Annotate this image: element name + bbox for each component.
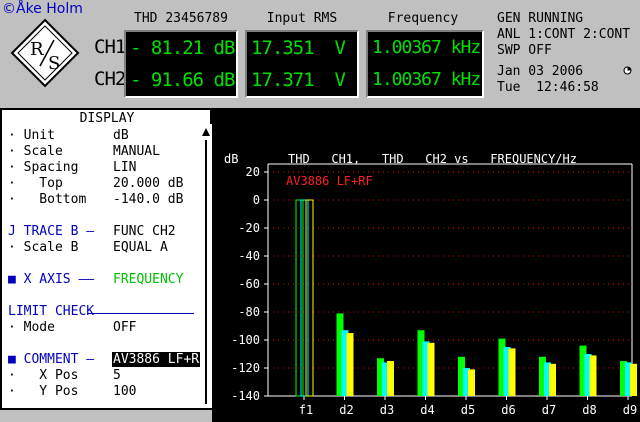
scroll-up-icon[interactable] [202, 128, 210, 136]
menu-item-limit-check[interactable]: LIMIT CHECK [8, 304, 94, 319]
x-pos-value[interactable]: 5 [113, 368, 121, 383]
bar-d2-series-2 [346, 333, 354, 396]
bar-f1-series-0 [295, 199, 304, 397]
bar-f1-series-1 [300, 199, 309, 397]
ch1-freq-value: 1.00367 kHz [372, 37, 481, 58]
y-tick-label: -20 [238, 221, 260, 235]
y-tick-label: -100 [231, 333, 260, 347]
unit-value[interactable]: dB [113, 128, 129, 143]
scale-b-value[interactable]: EQUAL A [113, 240, 168, 255]
x-tick-label: d3 [380, 403, 394, 417]
bar-d4-series-2 [427, 342, 435, 396]
menu-item-trace-b[interactable]: J TRACE B — [8, 224, 94, 239]
status-header: ©Åke Holm R S CH1 CH2 THD 23456789 Input… [0, 0, 640, 102]
menu-item-bottom[interactable]: · Bottom [8, 192, 86, 207]
comment-input[interactable]: AV3886 LF+R [112, 352, 201, 367]
thd-column-title: THD 23456789 [134, 11, 228, 26]
menu-item-x-pos[interactable]: · X Pos [8, 368, 78, 383]
menu-title: DISPLAY [79, 111, 135, 126]
clock-icon [623, 66, 632, 75]
menu-item-scale[interactable]: · Scale [8, 144, 63, 159]
freq-column-title: Frequency [387, 11, 459, 26]
limit-check-divider [88, 313, 194, 314]
x-tick-label: d6 [501, 403, 515, 417]
top-value[interactable]: 20.000 dB [113, 176, 183, 191]
bar-d3-series-2 [387, 361, 394, 396]
svg-text:R: R [30, 39, 44, 60]
x-tick-label: d8 [582, 403, 596, 417]
y-tick-label: -80 [238, 305, 260, 319]
bar-d5-series-2 [468, 369, 475, 396]
bar-d6-series-2 [508, 348, 516, 396]
spacing-value[interactable]: LIN [113, 160, 136, 175]
ch1-label: CH1 [94, 36, 126, 58]
display-menu-panel: DISPLAY · Unit dB · Scale MANUAL · Spaci… [0, 108, 212, 410]
y-pos-value[interactable]: 100 [113, 384, 136, 399]
y-tick-label: -120 [231, 361, 260, 375]
menu-item-top[interactable]: · Top [8, 176, 63, 191]
swp-status: SWP OFF [497, 43, 552, 58]
x-axis-value[interactable]: FREQUENCY [113, 272, 183, 287]
svg-text:S: S [48, 53, 60, 74]
bar-d7-series-2 [549, 363, 556, 396]
ch2-rms-value: 17.371 V [251, 69, 346, 91]
bar-f1-series-2 [305, 199, 314, 397]
ch1-thd-value: - 81.21 dB [130, 37, 235, 59]
freq-display: 1.00367 kHz 1.00367 kHz [366, 30, 484, 98]
bar-d8-series-2 [589, 355, 597, 396]
bar-d9-series-2 [630, 363, 637, 396]
mode-value[interactable]: OFF [113, 320, 136, 335]
y-tick-label: -60 [238, 277, 260, 291]
comment-label: AV3886 LF+RF [286, 174, 373, 188]
ch1-rms-value: 17.351 V [251, 37, 346, 59]
ch2-label: CH2 [94, 68, 126, 90]
menu-item-x-axis[interactable]: ■ X AXIS —— [8, 272, 94, 287]
x-tick-label: d5 [461, 403, 475, 417]
rms-column-title: Input RMS [266, 11, 338, 26]
x-tick-label: f1 [299, 403, 313, 417]
graph-panel: dB THD CH1, THD CH2 vs FREQUENCY/Hz 20 0-… [212, 108, 640, 422]
rs-logo: R S [10, 18, 80, 88]
x-tick-label: d4 [420, 403, 434, 417]
y-tick-label: -140 [231, 389, 260, 403]
anl-status: ANL 1:CONT 2:CONT [497, 27, 631, 42]
x-tick-label: d9 [623, 403, 637, 417]
menu-scrollbar[interactable] [200, 124, 212, 408]
ch2-thd-value: - 91.66 dB [130, 69, 235, 91]
gen-status: GEN RUNNING [497, 11, 584, 26]
time-text: Tue 12:46:58 [497, 80, 599, 95]
scrollbar-track[interactable] [205, 140, 207, 404]
x-tick-label: d7 [542, 403, 556, 417]
menu-item-spacing[interactable]: · Spacing [8, 160, 78, 175]
scale-value[interactable]: MANUAL [113, 144, 160, 159]
menu-item-unit[interactable]: · Unit [8, 128, 55, 143]
date-text: Jan 03 2006 [497, 64, 584, 79]
y-tick-label: 20 [246, 165, 260, 179]
x-tick-label: d2 [339, 403, 353, 417]
y-tick-label: -40 [238, 249, 260, 263]
copyright-text: ©Åke Holm [2, 1, 83, 17]
rms-display: 17.351 V 17.371 V [245, 30, 359, 98]
menu-item-scale-b[interactable]: · Scale B [8, 240, 78, 255]
bottom-value[interactable]: -140.0 dB [113, 192, 183, 207]
menu-item-comment[interactable]: ■ COMMENT — [8, 352, 94, 367]
trace-b-value[interactable]: FUNC CH2 [113, 224, 176, 239]
menu-item-mode[interactable]: · Mode [8, 320, 55, 335]
thd-display: - 81.21 dB - 91.66 dB [124, 30, 238, 98]
ch2-freq-value: 1.00367 kHz [372, 69, 481, 90]
y-tick-label: 0 [253, 193, 260, 207]
menu-item-y-pos[interactable]: · Y Pos [8, 384, 78, 399]
thd-chart: 20 0 -20 -40 -60 -80 -100 -120 -140 f1 d2 d3 d4 d5 d6 d… [231, 163, 637, 417]
